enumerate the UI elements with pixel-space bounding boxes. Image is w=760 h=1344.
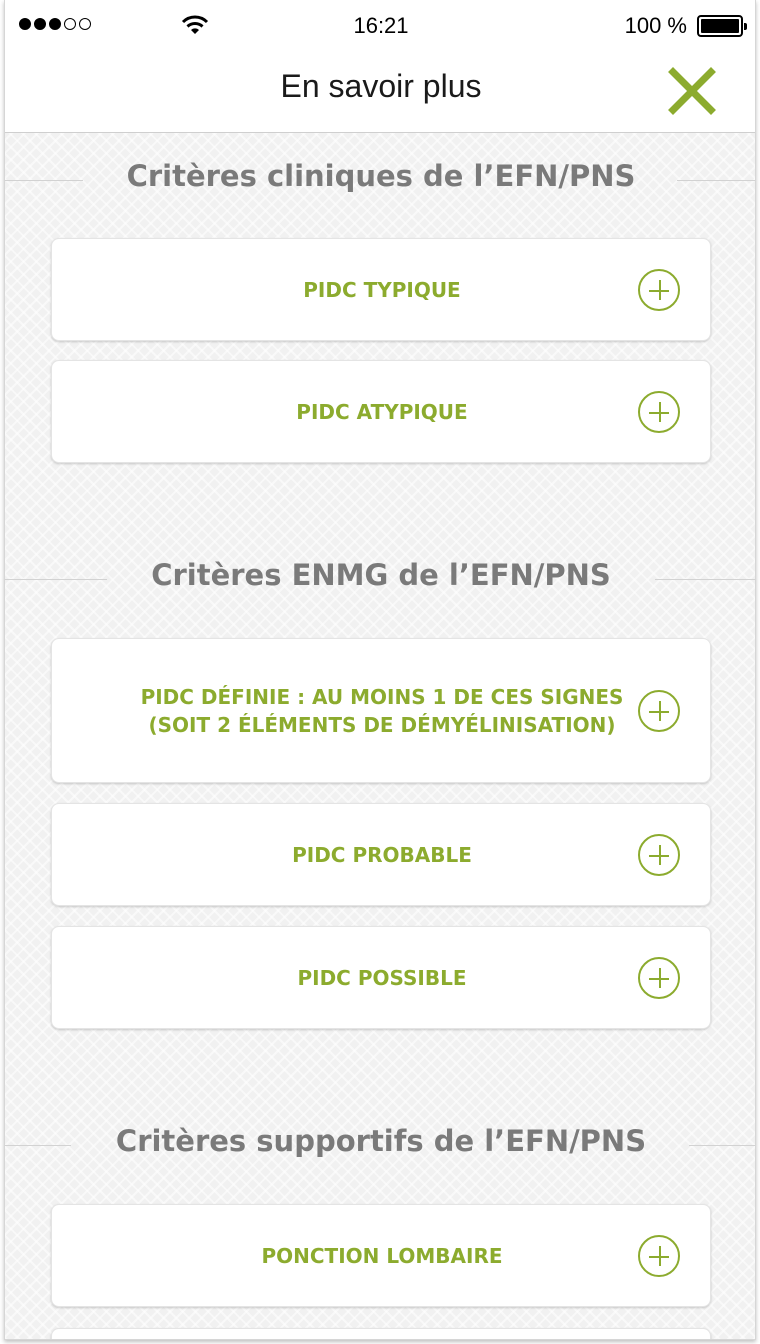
battery-icon: [697, 15, 747, 37]
accordion-item-ponction-lombaire[interactable]: PONCTION LOMBAIRE: [51, 1204, 711, 1307]
accordion-item-pidc-probable[interactable]: PIDC PROBABLE: [51, 803, 711, 906]
expand-plus-icon[interactable]: [638, 390, 680, 433]
accordion-item-label: PIDC PROBABLE: [292, 842, 472, 867]
accordion-item-label: PIDC DÉFINIE : AU MOINS 1 DE CES SIGNES …: [140, 684, 624, 737]
page-title: En savoir plus: [280, 68, 482, 104]
app-screen: 16:21 100 % En savoir plus Critères clin…: [4, 0, 756, 1340]
accordion-item-partial[interactable]: [51, 1328, 711, 1339]
accordion-item-pidc-atypique[interactable]: PIDC ATYPIQUE: [51, 360, 711, 463]
expand-plus-icon[interactable]: [638, 268, 680, 311]
accordion-item-pidc-typique[interactable]: PIDC TYPIQUE: [51, 238, 711, 341]
battery-percentage: 100 %: [624, 13, 687, 38]
accordion-item-label: PIDC ATYPIQUE: [296, 399, 468, 424]
section-title-enmg: Critères ENMG de l’EFN/PNS: [151, 558, 611, 592]
accordion-item-pidc-definie[interactable]: PIDC DÉFINIE : AU MOINS 1 DE CES SIGNES …: [51, 638, 711, 783]
expand-plus-icon[interactable]: [638, 833, 680, 876]
accordion-item-label: PONCTION LOMBAIRE: [261, 1243, 503, 1268]
accordion-item-label: PIDC TYPIQUE: [303, 277, 461, 302]
expand-plus-icon[interactable]: [638, 956, 680, 999]
expand-plus-icon[interactable]: [638, 689, 680, 732]
section-title-supportive: Critères supportifs de l’EFN/PNS: [115, 1124, 647, 1158]
status-bar: 16:21 100 %: [5, 0, 755, 52]
expand-plus-icon[interactable]: [638, 1234, 680, 1277]
accordion-item-label: PIDC POSSIBLE: [297, 965, 467, 990]
section-title-clinical: Critères cliniques de l’EFN/PNS: [126, 159, 636, 193]
navigation-bar: En savoir plus: [5, 52, 755, 133]
accordion-item-pidc-possible[interactable]: PIDC POSSIBLE: [51, 926, 711, 1029]
close-icon[interactable]: [665, 64, 719, 118]
